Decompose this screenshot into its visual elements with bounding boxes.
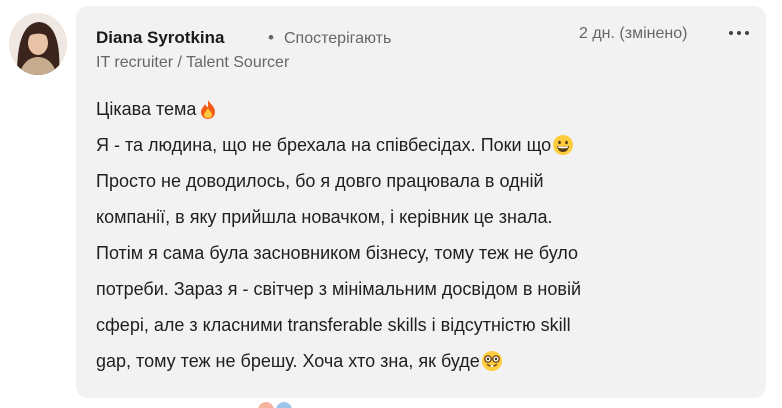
more-horizontal-icon-dot <box>737 31 741 35</box>
comment-text: потреби. Зараз я - світчер з мінімальним… <box>96 279 581 299</box>
comment-line: потреби. Зараз я - світчер з мінімальним… <box>96 271 756 307</box>
author-name[interactable]: Diana Syrotkina <box>96 28 225 48</box>
fire-emoji-icon <box>197 98 219 120</box>
comment-text: компанії, в яку прийшла новачком, і кері… <box>96 207 553 227</box>
comment-line: компанії, в яку прийшла новачком, і кері… <box>96 199 756 235</box>
comment-text: сфері, але з класними transferable skill… <box>96 315 571 335</box>
reaction-love-icon <box>258 402 274 408</box>
comment-card: Diana Syrotkina • Спостерігають IT recru… <box>76 6 766 398</box>
comment-line: Потім я сама була засновником бізнесу, т… <box>96 235 756 271</box>
more-options-button[interactable] <box>724 20 754 46</box>
author-headline: IT recruiter / Talent Sourcer <box>96 54 290 71</box>
comment-text: Цікава тема <box>96 99 197 119</box>
comment-body: Цікава тема Я - та людина, що не брехала… <box>96 91 756 379</box>
comment-line: Я - та людина, що не брехала на співбесі… <box>96 127 756 163</box>
separator-dot: • <box>268 28 274 47</box>
comment-line: gap, тому теж не брешу. Хоча хто зна, як… <box>96 343 756 379</box>
comment-text: Я - та людина, що не брехала на співбесі… <box>96 135 552 155</box>
comment-text: Просто не доводилось, бо я довго працюва… <box>96 171 544 191</box>
author-avatar[interactable] <box>9 13 67 75</box>
comment-text: gap, тому теж не брешу. Хоча хто зна, як… <box>96 351 480 371</box>
comment-timestamp: 2 дн. (змінено) <box>579 25 688 42</box>
comment-line: Просто не доводилось, бо я довго працюва… <box>96 163 756 199</box>
grinning-face-emoji-icon <box>552 134 574 156</box>
comment-line: Цікава тема <box>96 91 756 127</box>
comment-text: Потім я сама була засновником бізнесу, т… <box>96 243 579 263</box>
more-horizontal-icon <box>729 31 733 35</box>
more-horizontal-icon-dot <box>745 31 749 35</box>
comment-line: сфері, але з класними transferable skill… <box>96 307 756 343</box>
nerd-face-emoji-icon <box>481 350 503 372</box>
reaction-like-icon <box>276 402 292 408</box>
reaction-icons[interactable] <box>258 402 292 408</box>
follow-status: Спостерігають <box>284 30 392 47</box>
